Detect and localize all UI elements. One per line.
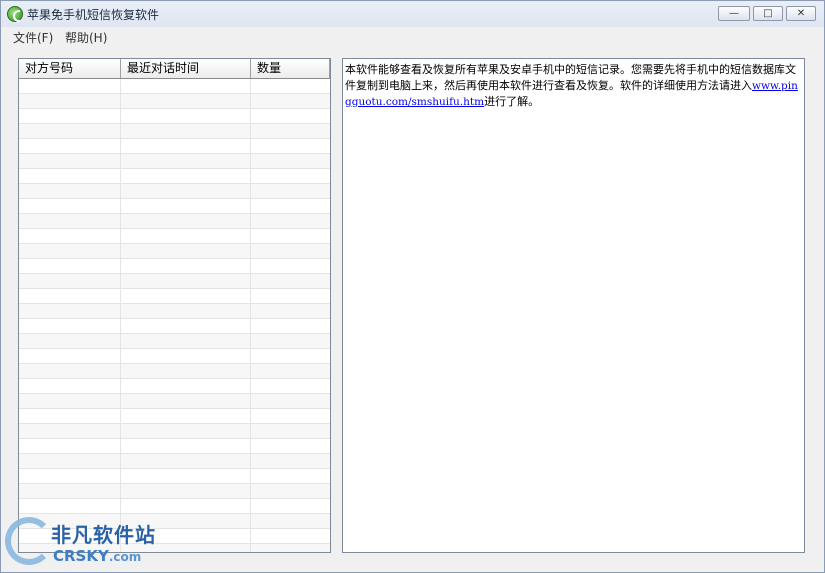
table-row[interactable]	[19, 424, 330, 439]
maximize-icon: □	[763, 7, 773, 19]
table-row[interactable]	[19, 349, 330, 364]
table-row[interactable]	[19, 124, 330, 139]
info-text: 本软件能够查看及恢复所有苹果及安卓手机中的短信记录。您需要先将手机中的短信数据库…	[345, 62, 801, 110]
close-button[interactable]: ✕	[786, 6, 816, 21]
column-divider	[120, 79, 121, 552]
title-bar[interactable]: 苹果免手机短信恢复软件 — □ ✕	[1, 1, 824, 28]
table-row[interactable]	[19, 469, 330, 484]
menu-bar: 文件(F) 帮助(H)	[1, 27, 824, 45]
maximize-button[interactable]: □	[753, 6, 783, 21]
info-text-panel[interactable]: 本软件能够查看及恢复所有苹果及安卓手机中的短信记录。您需要先将手机中的短信数据库…	[342, 58, 805, 553]
column-header-number[interactable]: 对方号码	[19, 59, 121, 78]
info-text-tail: 进行了解。	[484, 95, 540, 108]
table-row[interactable]	[19, 154, 330, 169]
table-row[interactable]	[19, 94, 330, 109]
table-row[interactable]	[19, 229, 330, 244]
table-row[interactable]	[19, 304, 330, 319]
table-row[interactable]	[19, 199, 330, 214]
table-row[interactable]	[19, 364, 330, 379]
table-row[interactable]	[19, 394, 330, 409]
watermark-en-main: CRSKY	[53, 547, 109, 565]
table-row[interactable]	[19, 184, 330, 199]
table-row[interactable]	[19, 214, 330, 229]
window-title: 苹果免手机短信恢复软件	[27, 8, 160, 22]
table-row[interactable]	[19, 289, 330, 304]
table-row[interactable]	[19, 139, 330, 154]
table-row[interactable]	[19, 409, 330, 424]
close-icon: ✕	[796, 7, 806, 19]
column-divider	[250, 79, 251, 552]
minimize-icon: —	[729, 7, 739, 19]
watermark-cn: 非凡软件站	[51, 523, 156, 547]
conversation-list[interactable]: 对方号码 最近对话时间 数量	[18, 58, 331, 553]
table-row[interactable]	[19, 79, 330, 94]
list-header: 对方号码 最近对话时间 数量	[19, 59, 330, 79]
table-row[interactable]	[19, 259, 330, 274]
app-window: 苹果免手机短信恢复软件 — □ ✕ 文件(F) 帮助(H) 对方号码 最近对话时…	[0, 0, 825, 573]
list-rows	[19, 79, 330, 552]
watermark-en-suffix: .com	[108, 550, 142, 564]
menu-file[interactable]: 文件(F)	[13, 29, 53, 46]
app-logo-icon	[7, 6, 23, 22]
table-row[interactable]	[19, 379, 330, 394]
watermark-ring-icon	[5, 517, 53, 565]
table-row[interactable]	[19, 439, 330, 454]
table-row[interactable]	[19, 274, 330, 289]
column-header-count[interactable]: 数量	[251, 59, 330, 78]
minimize-button[interactable]: —	[718, 6, 750, 21]
table-row[interactable]	[19, 319, 330, 334]
table-row[interactable]	[19, 169, 330, 184]
info-text-body: 本软件能够查看及恢复所有苹果及安卓手机中的短信记录。您需要先将手机中的短信数据库…	[345, 63, 796, 92]
watermark-logo: 非凡软件站 CRSKY.com	[5, 515, 165, 571]
table-row[interactable]	[19, 484, 330, 499]
column-header-last-time[interactable]: 最近对话时间	[121, 59, 251, 78]
table-row[interactable]	[19, 499, 330, 514]
table-row[interactable]	[19, 244, 330, 259]
menu-help[interactable]: 帮助(H)	[65, 29, 107, 46]
table-row[interactable]	[19, 454, 330, 469]
table-row[interactable]	[19, 334, 330, 349]
table-row[interactable]	[19, 109, 330, 124]
watermark-en: CRSKY.com	[53, 547, 141, 565]
